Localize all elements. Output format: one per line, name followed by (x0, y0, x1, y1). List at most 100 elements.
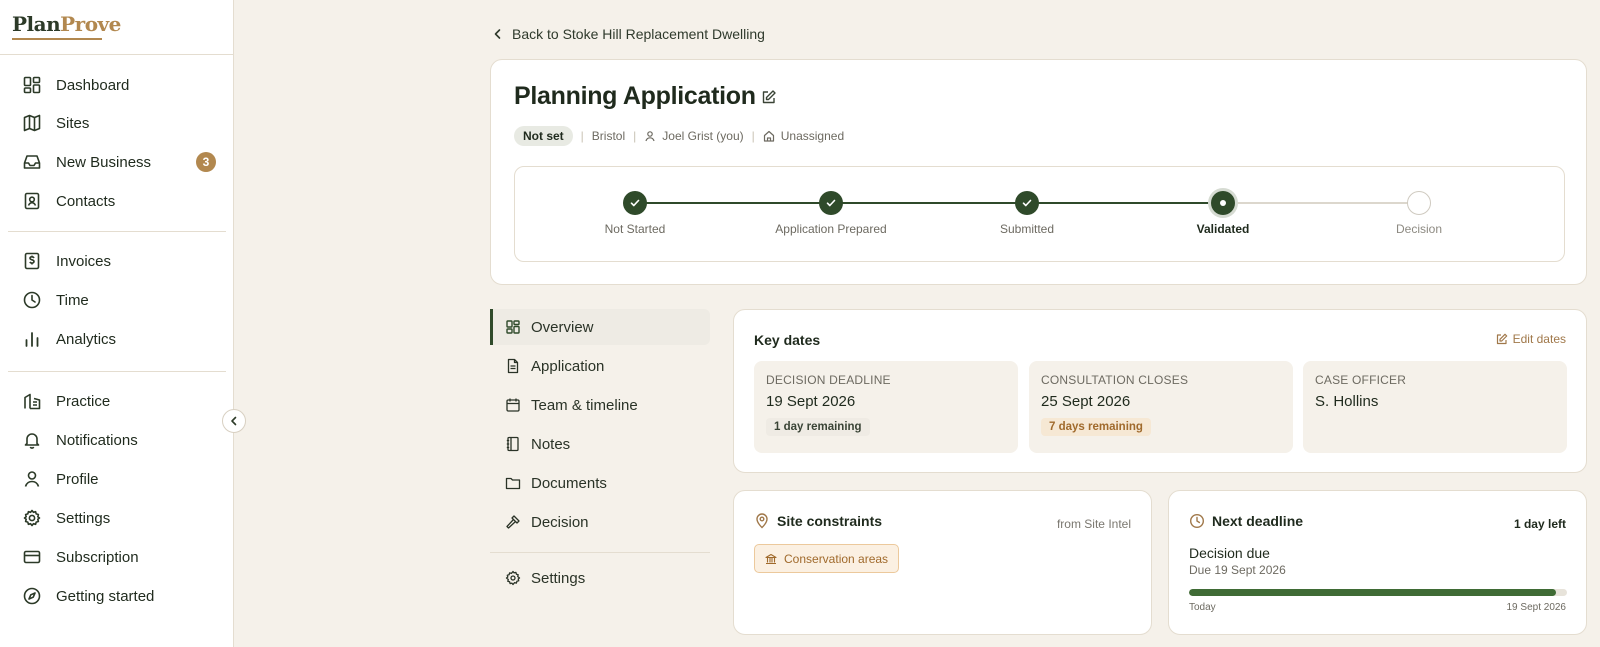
progress-end-label: 19 Sept 2026 (1506, 602, 1567, 613)
step-application-prepared[interactable]: Application Prepared (731, 167, 931, 263)
building-icon (763, 130, 774, 142)
tab-overview[interactable]: Overview (490, 309, 710, 345)
assignee-label: Unassigned (780, 129, 845, 143)
decision-deadline-tile: DECISION DEADLINE 19 Sept 2026 1 day rem… (754, 361, 1018, 453)
status-stepper: Not Started Application Prepared Submitt… (514, 166, 1565, 262)
sidebar-item-practice[interactable]: Practice (8, 383, 226, 419)
step-indicator (1407, 191, 1431, 215)
step-submitted[interactable]: Submitted (927, 167, 1127, 263)
notebook-icon (506, 436, 519, 452)
location-pin-icon (756, 513, 768, 529)
sidebar-item-profile[interactable]: Profile (8, 461, 226, 497)
step-indicator (1211, 191, 1235, 215)
tab-documents[interactable]: Documents (490, 465, 710, 501)
sidebar-item-subscription[interactable]: Subscription (8, 539, 226, 575)
gavel-icon (506, 515, 520, 529)
sidebar-item-time[interactable]: Time (8, 282, 226, 318)
sidebar-item-contacts[interactable]: Contacts (8, 183, 226, 219)
constraint-tag[interactable]: Conservation areas (754, 544, 900, 573)
consultation-closes-tile: CONSULTATION CLOSES 25 Sept 2026 7 days … (1029, 361, 1293, 453)
overview-icon (506, 320, 520, 334)
analytics-icon (25, 332, 39, 347)
tile-value: 19 Sept 2026 (766, 393, 856, 410)
clock-icon (23, 291, 41, 309)
key-dates-title: Key dates (754, 332, 821, 348)
site-intel-source: from Site Intel (1056, 517, 1131, 531)
deadline-due-date: Due 19 Sept 2026 (1189, 563, 1286, 577)
compass-icon (23, 587, 41, 605)
sidebar-item-label: Notifications (56, 431, 138, 449)
check-icon (826, 199, 836, 207)
sidebar-collapse-button[interactable] (222, 409, 246, 433)
tab-label: Documents (531, 474, 607, 492)
status-badge[interactable]: Not set (514, 126, 573, 146)
new-business-count-badge: 3 (196, 152, 216, 172)
sidebar-item-analytics[interactable]: Analytics (8, 321, 226, 357)
back-link-label: Back to Stoke Hill Replacement Dwelling (512, 26, 765, 42)
logo-underline (12, 38, 102, 40)
key-dates-card: Key dates Edit dates DECISION DEADLINE 1… (733, 309, 1587, 473)
site-constraints-title: Site constraints (777, 513, 883, 529)
bell-icon (24, 433, 40, 449)
user-icon (645, 131, 655, 142)
tab-application[interactable]: Application (490, 348, 710, 384)
sidebar-divider (0, 54, 234, 55)
step-indicator (623, 191, 647, 215)
sidebar-item-label: Profile (56, 470, 99, 488)
folder-icon (505, 477, 521, 490)
invoice-icon (24, 252, 40, 270)
subnav-divider (490, 552, 710, 553)
user-icon (24, 471, 40, 487)
tile-label: CASE OFFICER (1315, 373, 1407, 387)
tile-value: S. Hollins (1315, 393, 1379, 410)
step-not-started[interactable]: Not Started (535, 167, 735, 263)
tab-label: Settings (531, 569, 586, 587)
step-decision[interactable]: Decision (1319, 167, 1519, 263)
case-officer-tile: CASE OFFICER S. Hollins (1303, 361, 1567, 453)
step-label: Submitted (999, 222, 1055, 236)
tab-label: Notes (531, 435, 571, 453)
building-icon (24, 393, 41, 410)
inbox-icon (23, 155, 41, 169)
back-link[interactable]: Back to Stoke Hill Replacement Dwelling (492, 24, 765, 44)
tab-settings[interactable]: Settings (490, 560, 710, 596)
edit-icon (1496, 333, 1507, 345)
sidebar-item-notifications[interactable]: Notifications (8, 422, 226, 458)
edit-dates-button[interactable]: Edit dates (1496, 332, 1566, 346)
deadline-item: Decision due (1189, 545, 1270, 561)
tile-label: CONSULTATION CLOSES (1041, 373, 1189, 387)
step-label: Not Started (604, 222, 666, 236)
chevron-left-icon (494, 29, 501, 39)
sidebar-divider (8, 371, 226, 372)
tab-notes[interactable]: Notes (490, 426, 710, 462)
tab-decision[interactable]: Decision (490, 504, 710, 540)
sidebar-item-sites[interactable]: Sites (8, 105, 226, 141)
sidebar-divider (8, 231, 226, 232)
edit-title-icon[interactable] (761, 89, 777, 105)
sidebar-item-dashboard[interactable]: Dashboard (8, 67, 226, 103)
step-indicator (1015, 191, 1039, 215)
step-validated[interactable]: Validated (1123, 167, 1323, 263)
assignee-item[interactable]: Unassigned (763, 129, 844, 143)
page-title: Planning Application (514, 82, 756, 110)
tab-team-timeline[interactable]: Team & timeline (490, 387, 710, 423)
clock-icon (1189, 513, 1205, 529)
next-deadline-title: Next deadline (1212, 513, 1304, 529)
site-constraints-card: Site constraints from Site Intel Conserv… (733, 490, 1152, 635)
sidebar-item-label: New Business (56, 153, 152, 171)
application-meta: Not set | Bristol | Joel Grist (you) | U… (514, 126, 844, 146)
sidebar-item-invoices[interactable]: Invoices (8, 243, 226, 279)
card-icon (23, 550, 41, 564)
sidebar-item-label: Analytics (56, 330, 117, 348)
sidebar-item-new-business[interactable]: New Business 3 (8, 144, 226, 180)
remaining-chip: 1 day remaining (766, 418, 870, 436)
sidebar-item-label: Contacts (56, 192, 116, 210)
sidebar-item-label: Invoices (56, 252, 112, 270)
sidebar-item-settings[interactable]: Settings (8, 500, 226, 536)
sidebar-item-label: Time (56, 291, 89, 309)
owner-item[interactable]: Joel Grist (you) (644, 129, 744, 143)
sidebar-item-getting-started[interactable]: Getting started (8, 578, 226, 614)
deadline-progress-fill (1189, 589, 1556, 596)
remaining-chip: 7 days remaining (1041, 418, 1151, 436)
document-icon (507, 358, 519, 374)
